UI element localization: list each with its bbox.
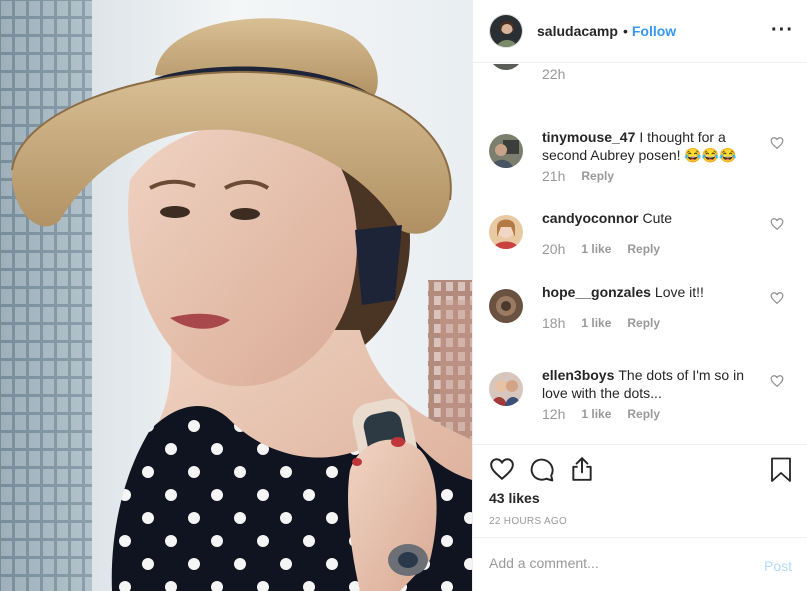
comment-time[interactable]: 12h: [542, 406, 565, 422]
share-icon[interactable]: [569, 456, 595, 482]
commenter-avatar[interactable]: [489, 134, 523, 168]
header-separator: •: [622, 23, 628, 39]
comment-text: Cute: [642, 210, 673, 226]
comment-meta: 21h Reply: [542, 168, 614, 184]
comment-meta: 12h 1 like Reply: [542, 406, 660, 422]
heart-icon[interactable]: [770, 291, 784, 305]
comment-body: ellen3boys The dots of I'm so in love wit…: [542, 366, 772, 402]
commenter-avatar[interactable]: [489, 289, 523, 323]
post-header: saludacamp • Follow ···: [473, 0, 807, 63]
comment-body: tinymouse_47 I thought for a second Aubre…: [542, 128, 772, 164]
comment-body: candyoconnor Cute: [542, 209, 772, 227]
comment-text: Love it!!: [654, 284, 704, 300]
comment-likes[interactable]: 1 like: [581, 242, 611, 256]
follow-button[interactable]: Follow: [632, 23, 676, 39]
comment-time[interactable]: 18h: [542, 315, 565, 331]
post-timestamp[interactable]: 22 HOURS AGO: [489, 516, 567, 527]
comment-meta: 22h: [542, 66, 581, 82]
heart-icon[interactable]: [770, 136, 784, 150]
comment-likes[interactable]: 1 like: [581, 407, 611, 421]
author-avatar[interactable]: [489, 14, 523, 48]
comment-time[interactable]: 22h: [542, 66, 565, 82]
comment-input[interactable]: [489, 552, 739, 574]
comment-time[interactable]: 21h: [542, 168, 565, 184]
comments-list[interactable]: 22h tinymouse_47 I thought for a second A…: [473, 64, 807, 444]
reply-button[interactable]: Reply: [627, 407, 660, 421]
action-icons: [489, 456, 609, 482]
heart-icon[interactable]: [770, 374, 784, 388]
comment-icon[interactable]: [529, 456, 555, 482]
commenter-username[interactable]: ellen3boys: [542, 367, 614, 383]
reply-button[interactable]: Reply: [581, 169, 614, 183]
commenter-avatar[interactable]: [489, 64, 523, 70]
commenter-username[interactable]: tinymouse_47: [542, 129, 635, 145]
commenter-username[interactable]: hope__gonzales: [542, 284, 651, 300]
reply-button[interactable]: Reply: [627, 316, 660, 330]
heart-icon[interactable]: [770, 217, 784, 231]
heart-icon[interactable]: [489, 456, 515, 482]
post-panel: saludacamp • Follow ··· 22h tinymouse_47…: [472, 0, 807, 591]
reply-button[interactable]: Reply: [627, 242, 660, 256]
author-username[interactable]: saludacamp: [537, 23, 618, 39]
likes-count[interactable]: 43 likes: [489, 490, 540, 506]
comment-likes[interactable]: 1 like: [581, 316, 611, 330]
commenter-avatar[interactable]: [489, 372, 523, 406]
commenter-username[interactable]: candyoconnor: [542, 210, 638, 226]
comment-time[interactable]: 20h: [542, 241, 565, 257]
add-comment-section: Post: [473, 537, 807, 591]
post-comment-button[interactable]: Post: [764, 558, 792, 574]
commenter-avatar[interactable]: [489, 215, 523, 249]
comment-body: hope__gonzales Love it!!: [542, 283, 772, 301]
comment-meta: 20h 1 like Reply: [542, 241, 660, 257]
more-options-button[interactable]: ···: [771, 20, 794, 40]
comment-meta: 18h 1 like Reply: [542, 315, 660, 331]
post-photo[interactable]: [0, 0, 472, 591]
bookmark-icon[interactable]: [770, 457, 792, 483]
